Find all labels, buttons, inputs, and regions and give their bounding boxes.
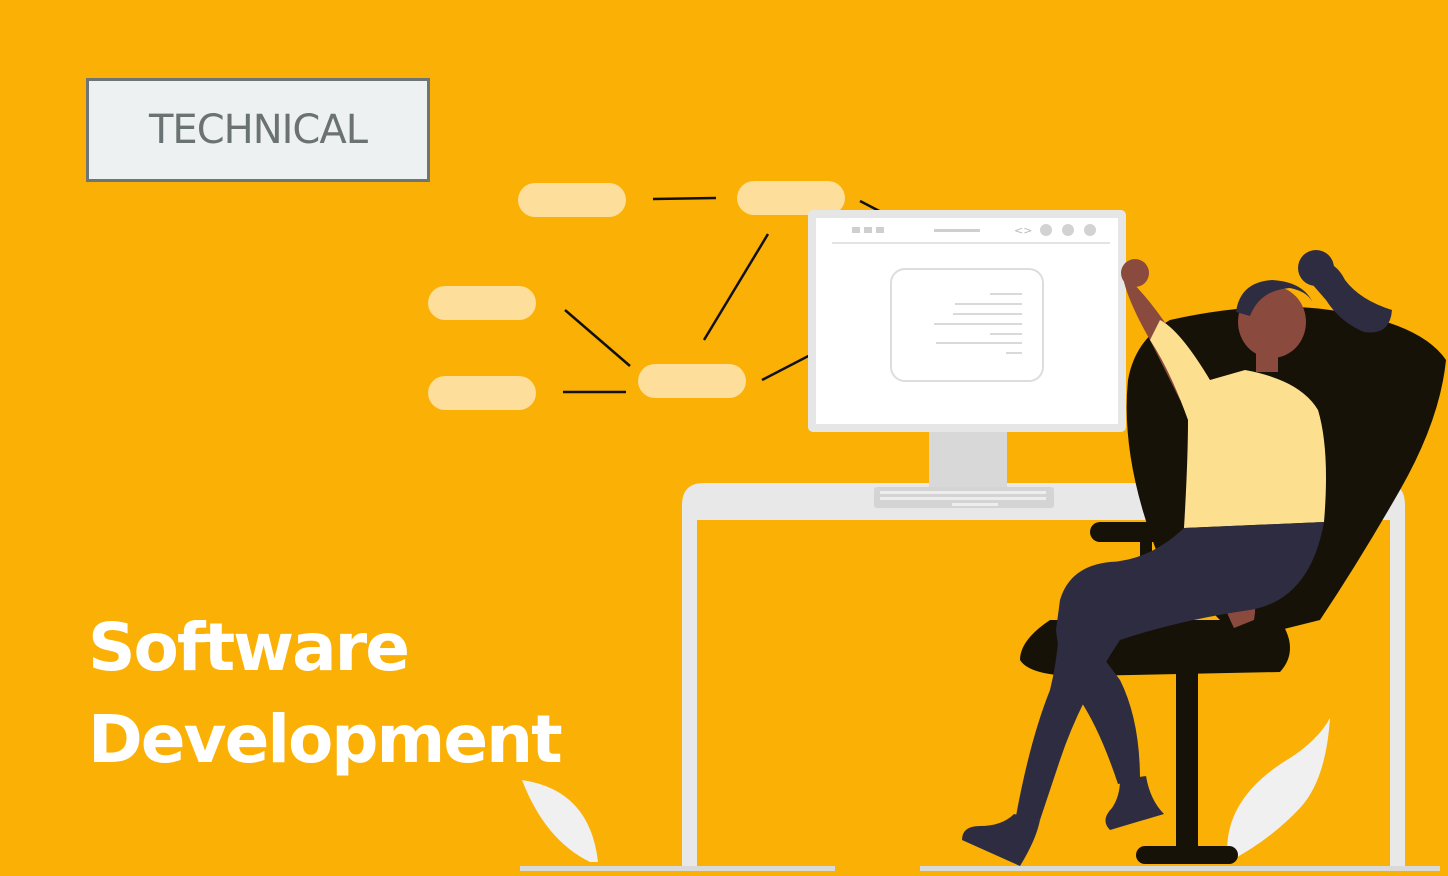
plant-leaf (522, 718, 1330, 862)
monitor-icon: <> (808, 210, 1126, 488)
illustration: <> (428, 181, 1446, 871)
keyboard-icon (874, 487, 1054, 508)
flowchart-nodes (428, 181, 845, 410)
svg-text:<>: <> (1014, 224, 1032, 237)
